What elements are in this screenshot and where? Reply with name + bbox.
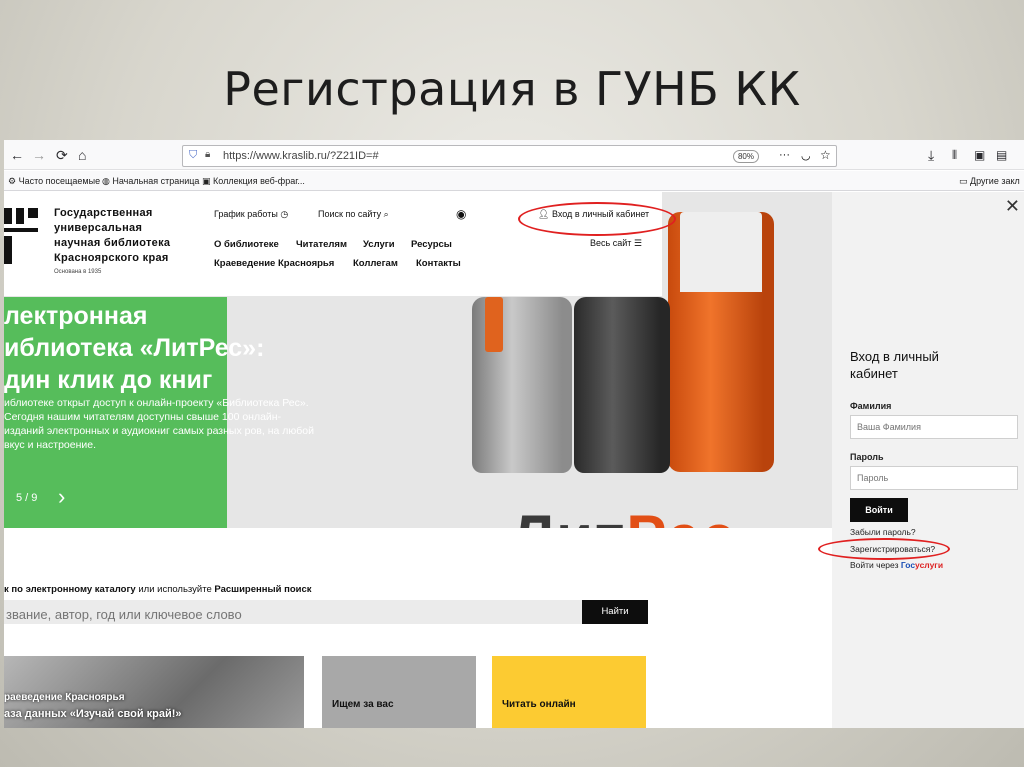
zoom-level[interactable]: 80% [733,150,759,163]
bookmark-ribbon [485,297,503,352]
back-icon[interactable]: ← [10,147,24,163]
home-icon[interactable]: ⌂ [78,147,86,163]
card-we-search-for-you[interactable]: Ищем за вас [322,656,476,728]
site-search-link[interactable]: Поиск по сайту ⌕ [318,209,389,220]
url-text: https://www.kraslib.ru/?Z21ID=# [223,150,379,162]
clock-icon: ◷ [280,209,289,219]
hero-title: лектронная иблиотека «ЛитРес»: дин клик … [4,302,265,394]
book-pages [680,212,762,292]
nav-colleagues[interactable]: Коллегам [353,258,398,269]
card-local-history[interactable]: раеведение Красноярья аза данных «Изучай… [4,656,304,728]
sidebar-icon[interactable]: ▣ [974,147,985,163]
founded-text: Основана в 1935 [54,269,102,275]
bookmarks-bar: ⚙ Часто посещаемые ◍ Начальная страница … [4,171,1024,191]
download-icon[interactable]: ⤓ [928,147,934,163]
library-icon[interactable]: ⫴ [952,147,957,163]
gosuslugi-login-link[interactable]: Войти через Госуслуги [850,560,943,570]
shield-icon: ⛉ [189,149,198,161]
search-icon: ⌕ [383,209,389,219]
forgot-password-link[interactable]: Забыли пароль? [850,527,916,537]
catalog-search-button[interactable]: Найти [582,600,648,624]
bookmark-frequent[interactable]: ⚙ Часто посещаемые [8,176,100,187]
slide-counter: 5 / 9 [16,492,38,504]
litres-logo: ЛитРес [512,502,737,528]
reader-icon[interactable]: ▤ [996,147,1007,163]
login-submit-button[interactable]: Войти [850,498,908,522]
nav-readers[interactable]: Читателям [296,239,347,250]
bookmark-other[interactable]: ▭ Другие закл [959,176,1020,187]
slide-title: Регистрация в ГУНБ КК [223,62,801,116]
nav-resources[interactable]: Ресурсы [411,239,452,250]
url-bar[interactable]: ⛉ 🔒︎ https://www.kraslib.ru/?Z21ID=# 80%… [182,145,837,167]
hamburger-icon: ☰ [633,238,642,248]
annotation-oval-register [818,538,950,560]
hero-description: иблиотеке открыт доступ к онлайн-проекту… [4,397,314,451]
schedule-link[interactable]: График работы ◷ [214,209,288,220]
nav-local-history[interactable]: Краеведение Красноярья [214,258,334,269]
reload-icon[interactable]: ⟳ [56,147,68,163]
browser-screenshot: ← → ⟳ ⌂ ⛉ 🔒︎ https://www.kraslib.ru/?Z21… [4,140,1024,728]
nav-services[interactable]: Услуги [363,239,395,250]
advanced-search-link[interactable]: Расширенный поиск [214,584,311,595]
card-read-online[interactable]: Читать онлайн [492,656,646,728]
library-name[interactable]: Государственная универсальная научная би… [54,206,184,266]
login-title: Вход в личный кабинет [850,349,939,381]
bookmark-home[interactable]: ◍ Начальная страница [102,176,199,187]
more-icon[interactable]: ··· [779,149,790,161]
web-page: ЛитРес лектронная иблиотека «ЛитРес»: ди… [4,192,1024,728]
pocket-icon[interactable]: ◡ [801,149,811,162]
bookmark-collection[interactable]: ▣ Коллекция веб-фраг... [202,176,305,187]
library-logo-icon[interactable] [4,206,38,266]
catalog-search-input[interactable] [4,600,582,624]
eye-icon[interactable]: ◉ [456,207,466,221]
next-slide-icon[interactable]: › [58,484,65,510]
surname-label: Фамилия [850,401,892,411]
nav-about[interactable]: О библиотеке [214,239,279,250]
password-label: Пароль [850,452,884,462]
catalog-search-line: к по электронному каталогу или используй… [4,584,312,595]
forward-icon[interactable]: → [32,147,46,163]
close-icon[interactable]: ✕ [1005,196,1020,217]
password-input[interactable] [850,466,1018,490]
browser-toolbar: ← → ⟳ ⌂ ⛉ 🔒︎ https://www.kraslib.ru/?Z21… [4,140,1024,170]
book-black [574,297,670,473]
star-icon[interactable]: ☆ [820,148,831,162]
nav-contacts[interactable]: Контакты [416,258,461,269]
annotation-oval-login [518,202,676,236]
all-site-menu[interactable]: Весь сайт ☰ [590,238,642,249]
surname-input[interactable] [850,415,1018,439]
lock-icon: 🔒︎ [205,149,211,160]
login-panel: ✕ Вход в личный кабинет Фамилия Пароль В… [832,192,1024,728]
